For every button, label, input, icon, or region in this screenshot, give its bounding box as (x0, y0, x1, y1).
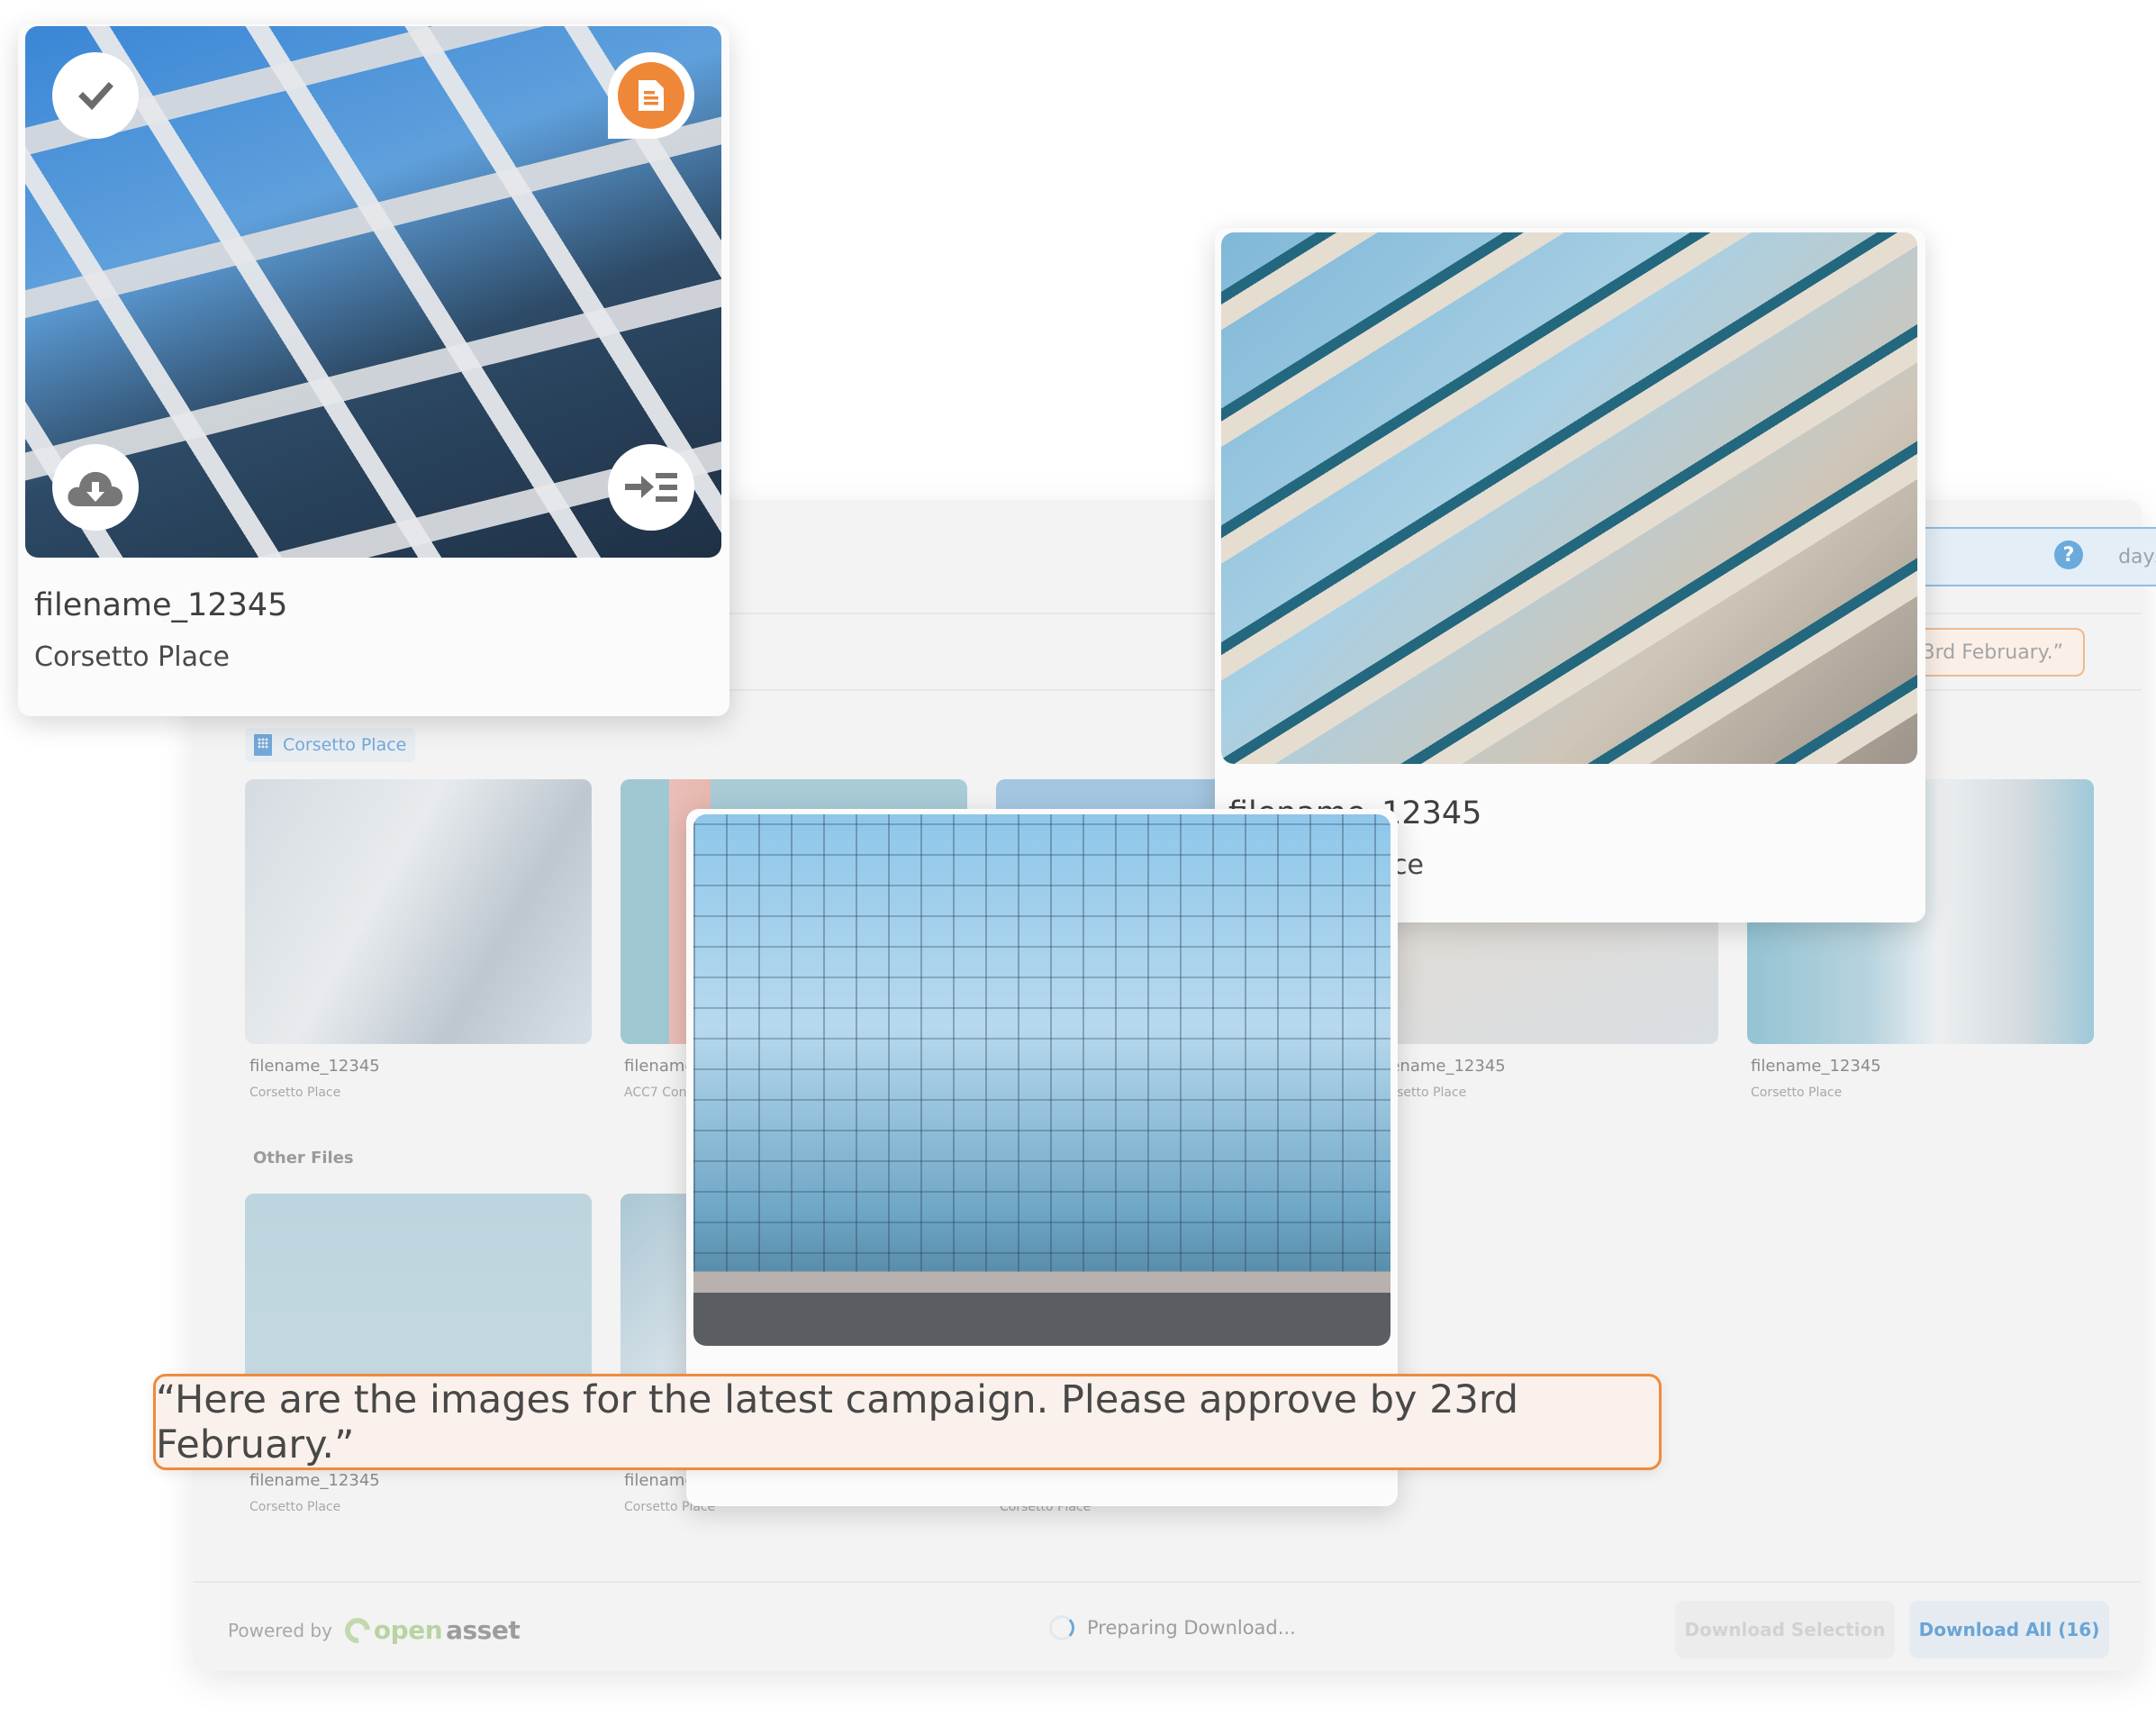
file-project: Corsetto Place (1751, 1086, 1843, 1100)
download-status: Preparing Download... (1049, 1615, 1296, 1640)
download-status-text: Preparing Download... (1087, 1617, 1296, 1639)
select-toggle[interactable] (52, 52, 139, 139)
file-name: filename_12345 (249, 1471, 380, 1490)
move-to-list-icon (625, 473, 677, 502)
check-icon (78, 82, 113, 111)
file-project: ACC7 Con (624, 1086, 687, 1100)
message-notice-text: 23rd February.” (1909, 640, 2063, 664)
comment-badge (618, 62, 684, 129)
project-chip-label: Corsetto Place (283, 735, 407, 755)
file-project: Corsetto Place (249, 1086, 341, 1100)
share-message-callout: “Here are the images for the latest camp… (153, 1374, 1662, 1470)
expiry-notice-text: days. (2118, 545, 2156, 568)
file-thumbnail[interactable] (245, 779, 592, 1044)
file-card-image[interactable] (1221, 232, 1917, 764)
download-all-button[interactable]: Download All (16) (1909, 1601, 2109, 1658)
logo-text-open: open (373, 1615, 443, 1645)
openasset-logo[interactable]: open asset (340, 1612, 521, 1649)
file-card-project: Corsetto Place (34, 641, 230, 673)
file-card-selected[interactable]: filename_12345 Corsetto Place (18, 24, 729, 716)
powered-by-label: Powered by (228, 1619, 332, 1641)
panel-footer: Powered by open asset Preparing Download.… (194, 1583, 2142, 1671)
share-message-text: “Here are the images for the latest camp… (156, 1376, 1519, 1467)
spinner-icon (1049, 1615, 1074, 1640)
download-selection-button[interactable]: Download Selection (1675, 1601, 1895, 1658)
cloud-download-icon (68, 471, 123, 506)
move-to-button[interactable] (608, 444, 694, 531)
comment-button[interactable] (608, 52, 694, 139)
other-files-heading: Other Files (253, 1149, 354, 1167)
file-name: filename_12345 (1751, 1057, 1881, 1076)
project-chip[interactable]: Corsetto Place (245, 728, 416, 762)
file-card-image[interactable] (693, 814, 1391, 1346)
file-card-filename: filename_12345 (34, 587, 288, 623)
logo-text-asset: asset (446, 1615, 521, 1645)
question-icon[interactable]: ? (2054, 541, 2083, 569)
document-icon (639, 80, 664, 111)
openasset-logo-icon (340, 1612, 376, 1649)
building-icon (254, 734, 272, 756)
download-button[interactable] (52, 444, 139, 531)
file-project: Corsetto Place (249, 1500, 341, 1514)
powered-by: Powered by open asset (228, 1612, 521, 1649)
file-name: filename_12345 (249, 1057, 380, 1076)
expiry-notice: days. (1914, 527, 2156, 586)
